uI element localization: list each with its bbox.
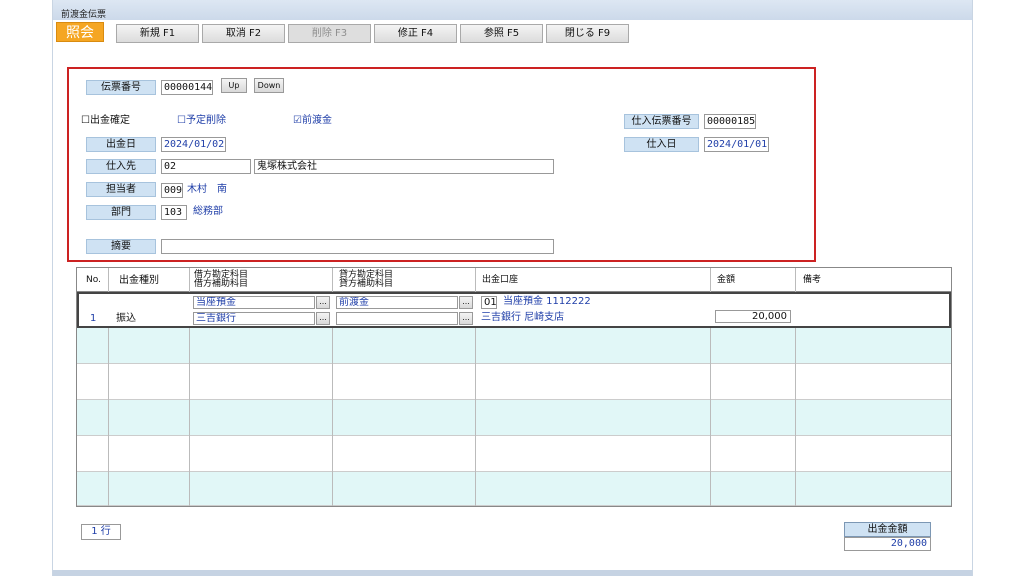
grid-header: No. 出金種別 借方勘定科目 借方補助科目 貸方勘定科目 貸方補助科目 出金口… — [77, 268, 951, 292]
payment-date-field[interactable]: 2024/01/02 — [161, 137, 226, 152]
credit-account-field[interactable]: 前渡金 — [336, 296, 458, 309]
debit-sub-field[interactable]: 三吉銀行 — [193, 312, 315, 325]
voucher-no-label: 伝票番号 — [86, 80, 156, 95]
memo-field[interactable] — [161, 239, 554, 254]
memo-label: 摘要 — [86, 239, 156, 254]
down-button[interactable]: Down — [254, 78, 284, 93]
credit-sub-lookup-button[interactable]: ... — [459, 312, 473, 325]
voucher-window: 前渡金伝票 照会 新規 F1 取消 F2 削除 F3 修正 F4 参照 F5 閉… — [52, 0, 973, 576]
new-button[interactable]: 新規 F1 — [116, 24, 199, 43]
title-bar: 前渡金伝票 — [53, 0, 972, 20]
staff-label: 担当者 — [86, 182, 156, 197]
debit-account-field[interactable]: 当座預金 — [193, 296, 315, 309]
total-amount: 20,000 — [844, 537, 931, 551]
credit-account-lookup-button[interactable]: ... — [459, 296, 473, 309]
purchase-voucher-field[interactable]: 00000185 — [704, 114, 756, 129]
mode-badge: 照会 — [56, 22, 104, 42]
purchase-date-field[interactable]: 2024/01/01 — [704, 137, 769, 152]
staff-name: 木村 南 — [187, 184, 227, 195]
advance-checkbox[interactable]: ☑前渡金 — [293, 114, 332, 128]
table-row[interactable] — [77, 436, 951, 472]
voucher-no-field[interactable]: 00000144 — [161, 80, 213, 95]
cancel-button[interactable]: 取消 F2 — [202, 24, 285, 43]
table-row[interactable] — [77, 472, 951, 506]
debit-sub-lookup-button[interactable]: ... — [316, 312, 330, 325]
dept-name: 総務部 — [193, 206, 223, 217]
supplier-label: 仕入先 — [86, 159, 156, 174]
bank-name: 三吉銀行 尼崎支店 — [481, 312, 565, 323]
bottom-edge — [53, 570, 972, 576]
modify-button[interactable]: 修正 F4 — [374, 24, 457, 43]
total-label: 出金金額 — [844, 522, 931, 537]
up-button[interactable]: Up — [221, 78, 247, 93]
table-row[interactable] — [77, 364, 951, 400]
row-type: 振込 — [116, 313, 136, 324]
credit-sub-field[interactable] — [336, 312, 458, 325]
scheduled-delete-checkbox[interactable]: ☐予定削除 — [177, 114, 226, 128]
staff-code-field[interactable]: 009 — [161, 183, 183, 198]
purchase-date-label: 仕入日 — [624, 137, 699, 152]
debit-account-lookup-button[interactable]: ... — [316, 296, 330, 309]
delete-button[interactable]: 削除 F3 — [288, 24, 371, 43]
reference-button[interactable]: 参照 F5 — [460, 24, 543, 43]
payment-date-label: 出金日 — [86, 137, 156, 152]
table-row-selected[interactable]: 1 振込 当座預金 ... 三吉銀行 ... 前渡金 ... ... 01 当座… — [77, 292, 951, 328]
row-no: 1 — [90, 313, 97, 324]
window-title: 前渡金伝票 — [61, 10, 107, 20]
close-button[interactable]: 閉じる F9 — [546, 24, 629, 43]
amount-field[interactable]: 20,000 — [715, 310, 791, 323]
table-row[interactable] — [77, 400, 951, 436]
supplier-code-field[interactable]: 02 — [161, 159, 251, 174]
purchase-voucher-label: 仕入伝票番号 — [624, 114, 699, 129]
detail-grid: No. 出金種別 借方勘定科目 借方補助科目 貸方勘定科目 貸方補助科目 出金口… — [76, 267, 952, 507]
supplier-name-field[interactable]: 鬼塚株式会社 — [254, 159, 554, 174]
dept-label: 部門 — [86, 205, 156, 220]
account-name: 当座預金 1112222 — [503, 296, 591, 307]
dept-code-field[interactable]: 103 — [161, 205, 187, 220]
row-count: 1 行 — [81, 524, 121, 540]
table-row[interactable] — [77, 328, 951, 364]
payment-confirmed-checkbox[interactable]: ☐出金確定 — [81, 114, 130, 128]
account-code-field[interactable]: 01 — [481, 296, 497, 309]
